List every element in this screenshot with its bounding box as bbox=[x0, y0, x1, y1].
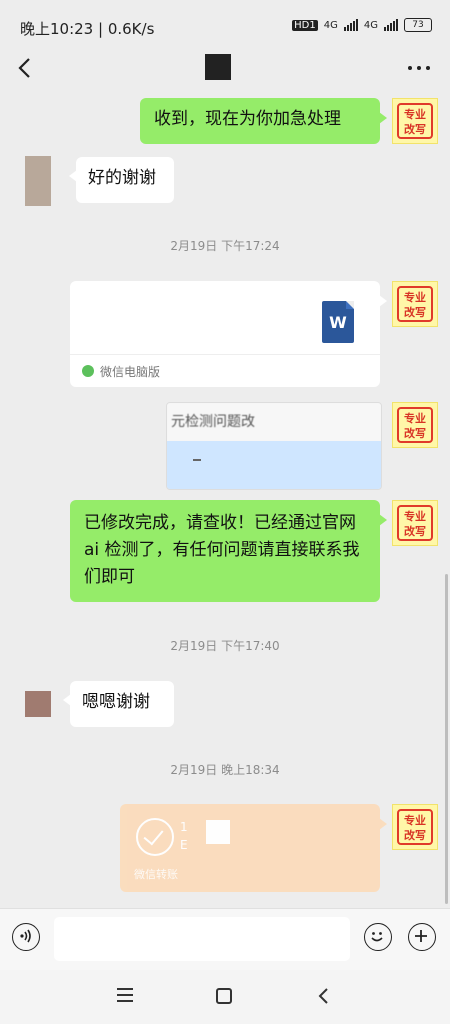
home-icon[interactable] bbox=[216, 988, 232, 1004]
timestamp: 2月19日 下午17:24 bbox=[170, 239, 280, 253]
transfer-label: 微信转账 bbox=[134, 868, 178, 881]
status-bar: 晚上10:23 | 0.6K/s HD1 4G 4G 73 bbox=[0, 0, 450, 44]
chat-messages-area[interactable]: 收到，现在为你加急处理 专业 改写 好的谢谢 2月19日 下午17:24 W 微信… bbox=[0, 94, 450, 908]
contact-avatar[interactable] bbox=[25, 156, 51, 206]
voice-input-icon[interactable] bbox=[12, 923, 40, 951]
message-input[interactable] bbox=[54, 917, 350, 961]
contact-title-avatar[interactable] bbox=[205, 54, 231, 80]
my-avatar[interactable]: 专业 改写 bbox=[392, 804, 438, 850]
stamp-logo-icon: 专业 改写 bbox=[397, 286, 433, 322]
recent-apps-icon[interactable] bbox=[117, 988, 133, 1006]
message-bubble-received[interactable]: 好的谢谢 bbox=[69, 157, 174, 203]
stamp-logo-icon: 专业 改写 bbox=[397, 103, 433, 139]
network-label-2: 4G bbox=[363, 19, 378, 31]
message-text: 嗯嗯谢谢 bbox=[82, 692, 150, 712]
file-source-label: 微信电脑版 bbox=[100, 364, 161, 379]
wechat-transfer-card[interactable]: 1E 微信转账 bbox=[120, 804, 387, 892]
timestamp: 2月19日 下午17:40 bbox=[170, 639, 280, 653]
battery-icon: 73 bbox=[404, 18, 432, 32]
hd-badge: HD1 bbox=[292, 19, 318, 31]
contact-avatar[interactable] bbox=[25, 691, 51, 717]
stamp-logo-icon: 专业 改写 bbox=[397, 505, 433, 541]
scrollbar[interactable] bbox=[445, 574, 448, 904]
my-avatar[interactable]: 专业 改写 bbox=[392, 402, 438, 448]
network-label-1: 4G bbox=[323, 19, 338, 31]
wechat-pc-icon bbox=[82, 365, 94, 377]
transfer-amount: 1E bbox=[180, 820, 188, 852]
system-back-icon[interactable] bbox=[316, 986, 330, 1006]
my-avatar[interactable]: 专业 改写 bbox=[392, 281, 438, 327]
message-text: 收到，现在为你加急处理 bbox=[154, 109, 341, 129]
message-bubble-sent[interactable]: 已修改完成，请查收！已经通过官网 ai 检测了，有任何问题请直接联系我们即可 bbox=[70, 500, 387, 602]
signal-icon bbox=[343, 19, 358, 31]
stamp-logo-icon: 专业 改写 bbox=[397, 407, 433, 443]
transfer-redacted-block bbox=[206, 820, 230, 844]
timestamp: 2月19日 晚上18:34 bbox=[170, 763, 280, 777]
signal-icon-2 bbox=[384, 19, 398, 31]
image-message[interactable]: 元检测问题改 bbox=[166, 402, 382, 490]
message-input-bar bbox=[0, 908, 450, 971]
file-message-card[interactable]: W 微信电脑版 bbox=[70, 281, 387, 387]
back-arrow-icon[interactable] bbox=[14, 54, 38, 82]
message-text: 好的谢谢 bbox=[88, 168, 156, 188]
file-source-footer: 微信电脑版 bbox=[70, 354, 380, 387]
transfer-received-check-icon bbox=[136, 818, 174, 856]
system-navigation-bar bbox=[0, 970, 450, 1024]
message-bubble-received[interactable]: 嗯嗯谢谢 bbox=[63, 681, 174, 727]
more-functions-plus-icon[interactable] bbox=[408, 923, 436, 951]
image-text: 元检测问题改 bbox=[167, 403, 381, 441]
status-icons: HD1 4G 4G 73 bbox=[292, 18, 432, 32]
image-blue-area bbox=[167, 441, 381, 489]
more-options-icon[interactable] bbox=[408, 66, 430, 70]
chat-header bbox=[0, 44, 450, 94]
my-avatar[interactable]: 专业 改写 bbox=[392, 98, 438, 144]
message-text: 已修改完成，请查收！已经通过官网 ai 检测了，有任何问题请直接联系我们即可 bbox=[84, 513, 360, 587]
my-avatar[interactable]: 专业 改写 bbox=[392, 500, 438, 546]
status-time: 晚上10:23 | 0.6K/s bbox=[20, 20, 155, 38]
stamp-logo-icon: 专业 改写 bbox=[397, 809, 433, 845]
message-bubble-sent[interactable]: 收到，现在为你加急处理 bbox=[140, 98, 387, 144]
emoji-icon[interactable] bbox=[364, 923, 392, 951]
word-document-icon: W bbox=[322, 301, 354, 343]
